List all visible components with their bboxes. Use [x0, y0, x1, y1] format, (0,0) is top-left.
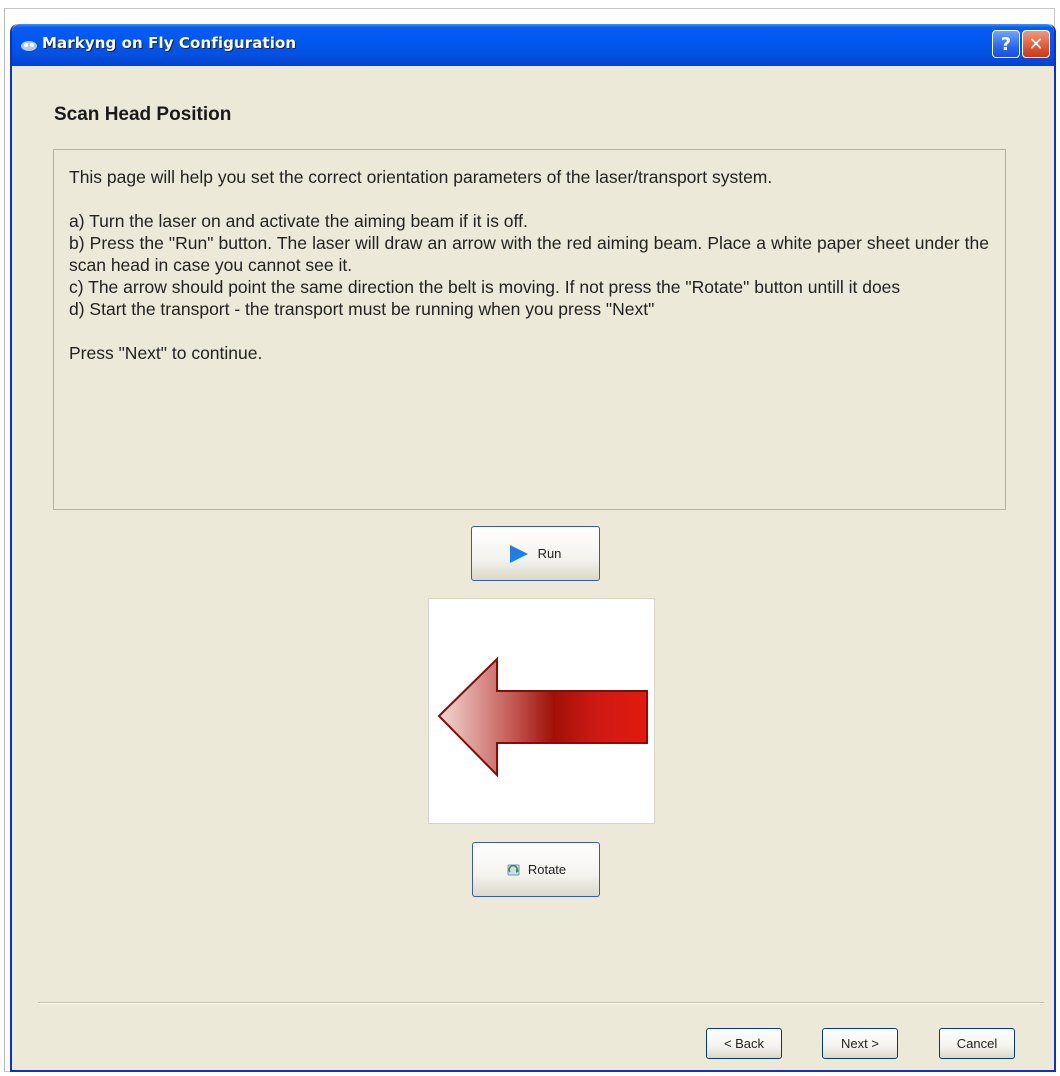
play-icon	[509, 544, 528, 563]
instruction-step-a: a) Turn the laser on and activate the ai…	[69, 211, 528, 231]
app-icon	[21, 41, 37, 51]
title-bar[interactable]: Markyng on Fly Configuration ? ✕	[12, 24, 1054, 66]
close-icon: ✕	[1028, 33, 1044, 55]
close-button[interactable]: ✕	[1022, 30, 1050, 58]
run-button[interactable]: Run	[471, 526, 600, 581]
run-button-label: Run	[537, 546, 562, 561]
back-button[interactable]: < Back	[706, 1028, 782, 1059]
instruction-step-c: c) The arrow should point the same direc…	[69, 277, 901, 297]
rotate-button-label: Rotate	[527, 862, 567, 877]
next-button[interactable]: Next >	[822, 1028, 898, 1059]
rotate-icon	[507, 864, 520, 875]
instructions-text: This page will help you set the correct …	[69, 166, 989, 364]
help-icon: ?	[1000, 33, 1012, 55]
arrow-preview	[428, 598, 655, 824]
rotate-button[interactable]: Rotate	[472, 842, 600, 897]
instructions-panel: This page will help you set the correct …	[53, 149, 1006, 510]
screenshot-page: Markyng on Fly Configuration ? ✕ Scan He…	[0, 0, 1060, 1076]
footer-divider	[38, 1002, 1044, 1004]
page-title: Scan Head Position	[54, 104, 232, 125]
window-title: Markyng on Fly Configuration	[42, 34, 297, 52]
cancel-button-label: Cancel	[956, 1036, 998, 1051]
back-button-label: < Back	[723, 1036, 765, 1051]
instructions-outro: Press "Next" to continue.	[69, 343, 263, 363]
instruction-step-d: d) Start the transport - the transport m…	[69, 299, 655, 319]
help-button[interactable]: ?	[992, 30, 1020, 58]
next-button-label: Next >	[841, 1036, 879, 1051]
left-arrow-icon	[437, 656, 648, 778]
config-dialog: Markyng on Fly Configuration ? ✕ Scan He…	[10, 24, 1056, 1072]
instruction-step-b: b) Press the "Run" button. The laser wil…	[69, 233, 989, 275]
instructions-intro: This page will help you set the correct …	[69, 167, 773, 187]
cancel-button[interactable]: Cancel	[939, 1028, 1015, 1059]
